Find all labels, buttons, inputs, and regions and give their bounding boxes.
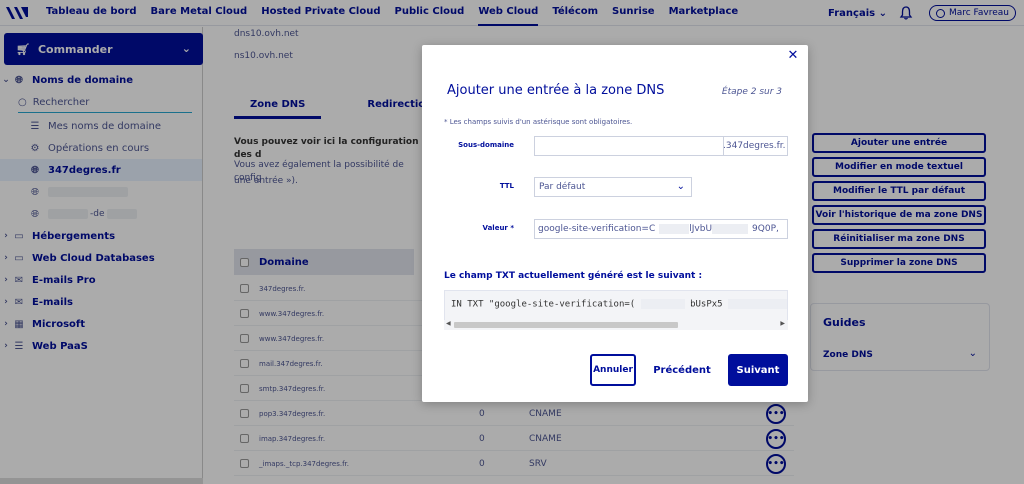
previous-button[interactable]: Précédent <box>653 354 711 386</box>
chevron-down-icon: ⌄ <box>676 181 685 192</box>
close-icon[interactable]: ✕ <box>786 49 800 63</box>
ttl-select[interactable]: Par défaut ⌄ <box>534 177 692 197</box>
value-input[interactable]: google-site-verification=C lJvbU 9Q0P, <box>534 219 788 239</box>
scroll-left-icon[interactable]: ◀ <box>446 320 451 327</box>
modal-step-indicator: Étape 2 sur 3 <box>721 87 782 97</box>
value-text-end: 9Q0P, <box>752 224 779 234</box>
next-button[interactable]: Suivant <box>728 354 788 386</box>
ttl-label: TTL <box>499 182 514 190</box>
masked-value <box>659 224 690 234</box>
txt-preview-label: Le champ TXT actuellement généré est le … <box>444 271 703 281</box>
ttl-select-value: Par défaut <box>539 182 586 192</box>
required-note: * Les champs suivis d'un astérisque sont… <box>444 118 632 126</box>
value-text-start: google-site-verification=C <box>538 224 656 234</box>
masked-value <box>712 224 749 234</box>
txt-preview-scrollbar[interactable]: ◀ ▶ <box>444 320 788 330</box>
txt-preview-middle: bUsPx5 <box>690 299 723 310</box>
masked-value <box>640 299 685 309</box>
subdomain-label: Sous-domaine <box>458 141 514 149</box>
txt-preview-start: IN TXT "google-site-verification=( <box>451 299 636 310</box>
scroll-right-icon[interactable]: ▶ <box>780 320 785 327</box>
scrollbar-thumb[interactable] <box>454 322 678 328</box>
subdomain-field-frame <box>534 136 788 156</box>
cancel-button[interactable]: Annuler <box>590 354 636 386</box>
value-text-middle: lJvbU <box>689 224 713 234</box>
masked-value <box>728 299 787 309</box>
modal-title: Ajouter une entrée à la zone DNS <box>447 83 665 98</box>
add-dns-entry-modal: ✕ Ajouter une entrée à la zone DNS Étape… <box>422 45 808 402</box>
required-note-text: * Les champs suivis d'un astérisque sont… <box>444 118 633 126</box>
value-label: Valeur * <box>482 224 514 232</box>
